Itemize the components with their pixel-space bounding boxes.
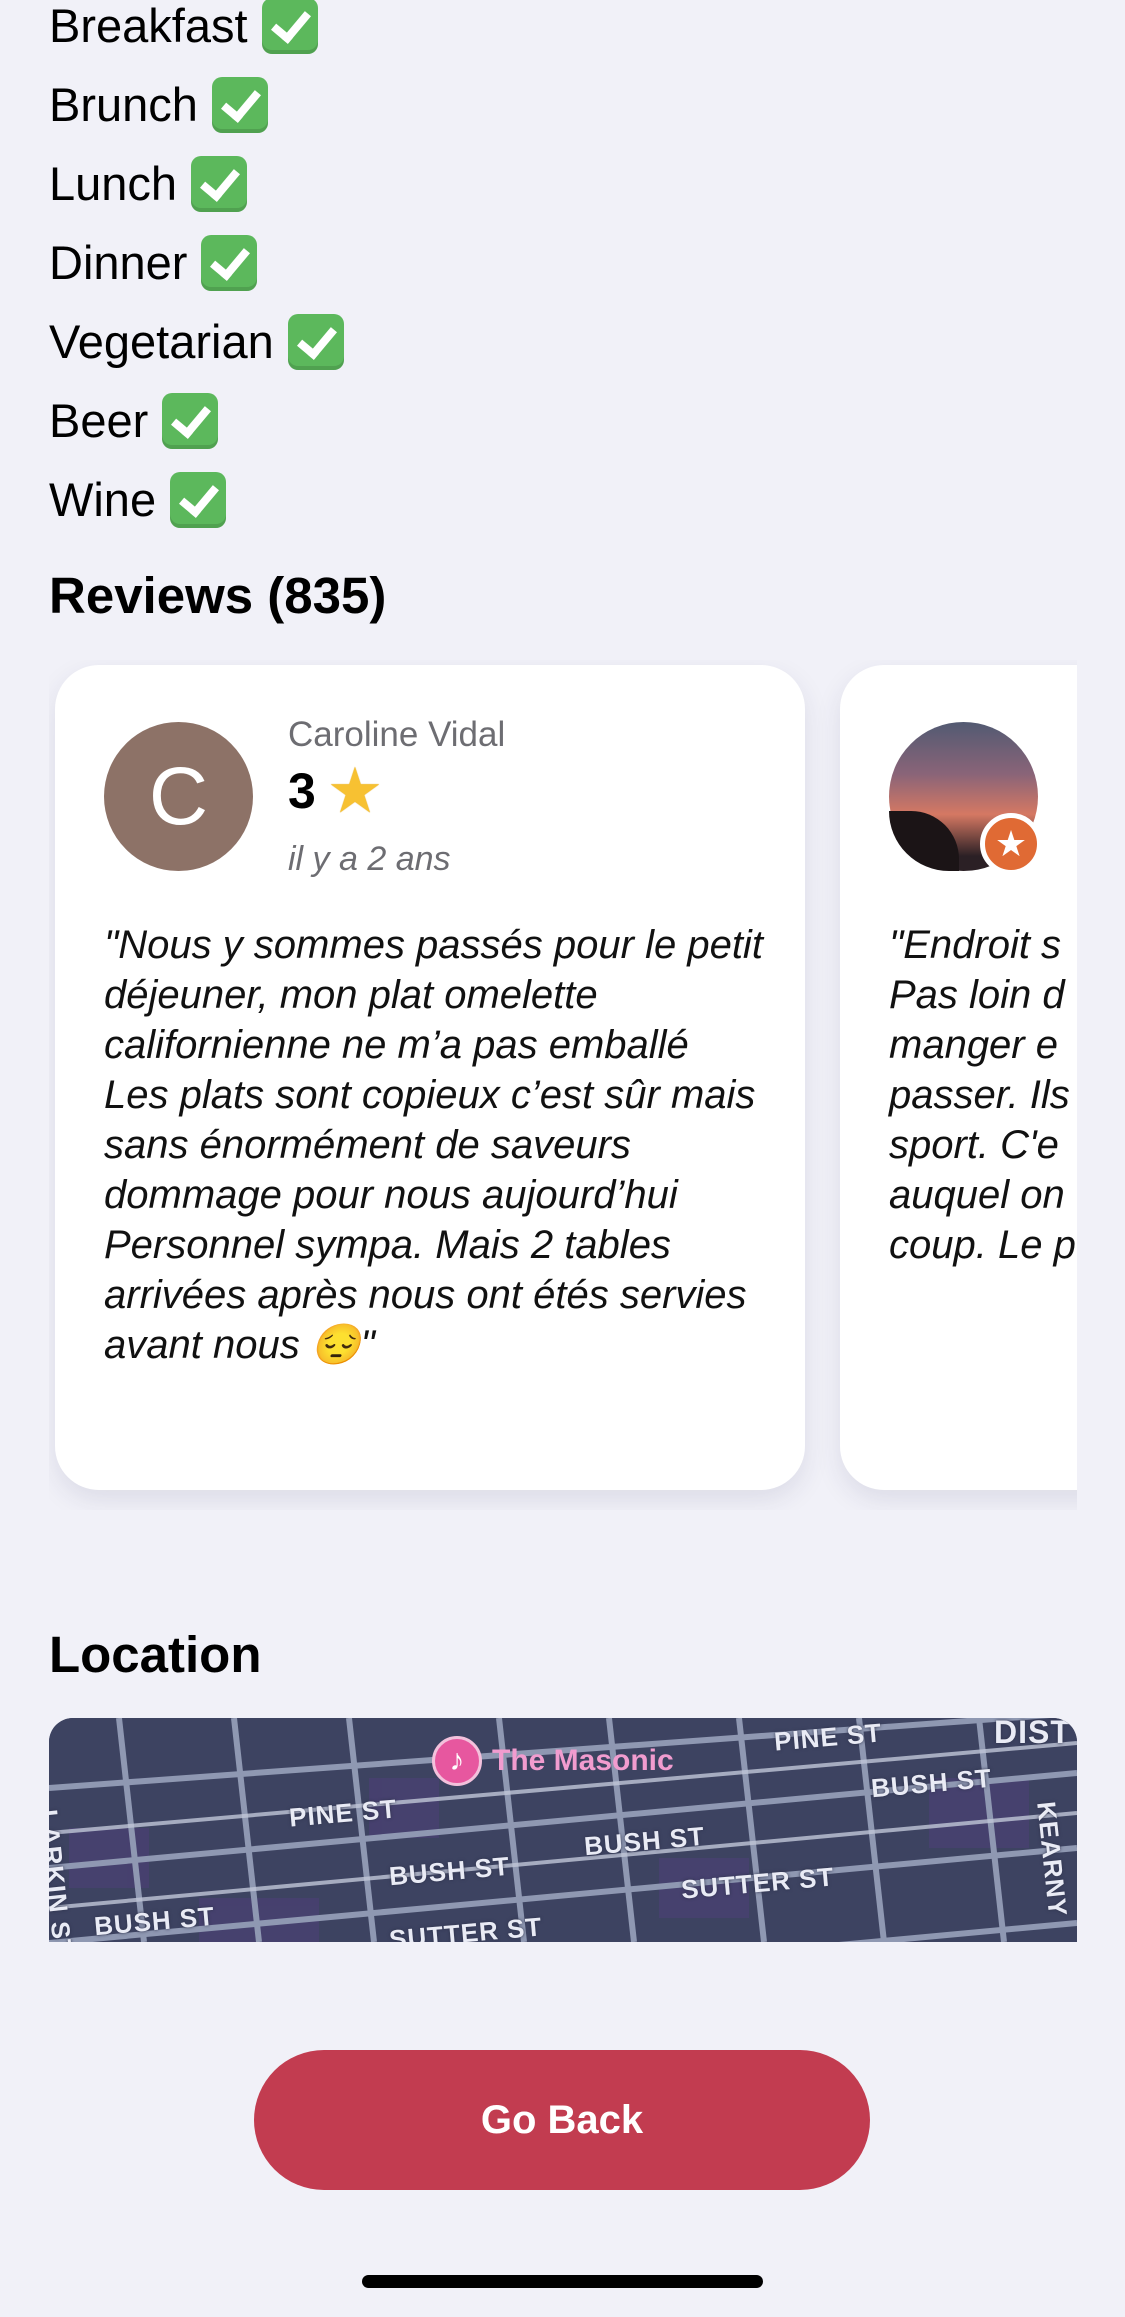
review-text: "Endroit s Pas loin d manger e passer. I…: [889, 923, 1076, 1267]
amenity-item: Beer: [49, 391, 219, 451]
map-poi-label: The Masonic: [492, 1744, 674, 1777]
amenity-item: Wine: [49, 470, 227, 530]
amenity-label: Vegetarian: [49, 315, 274, 368]
music-note-icon: ♪: [432, 1736, 482, 1786]
home-indicator: [362, 2275, 763, 2288]
avatar: ★: [889, 722, 1042, 875]
amenity-label: Dinner: [49, 236, 188, 289]
amenity-item: Brunch: [49, 75, 268, 135]
amenity-item: Lunch: [49, 154, 248, 214]
amenity-item: Breakfast: [49, 0, 318, 56]
review-card[interactable]: C Caroline Vidal 3 ★ il y a 2 ans "Nous …: [55, 665, 805, 1490]
map-district-label: DIST: [994, 1718, 1071, 1750]
amenity-label: Breakfast: [49, 0, 248, 52]
review-author: Caroline Vidal: [288, 715, 506, 754]
review-time: il y a 2 ans: [288, 840, 451, 878]
review-card[interactable]: ★ "Endroit s Pas loin d manger e passer.…: [840, 665, 1077, 1490]
location-heading: Location: [49, 1626, 262, 1683]
amenity-label: Brunch: [49, 78, 198, 131]
amenity-label: Wine: [49, 473, 157, 526]
review-rating-value: 3: [288, 763, 316, 819]
review-rating: 3 ★: [288, 758, 380, 824]
check-mark-icon: [211, 77, 268, 133]
check-mark-icon: [170, 472, 227, 528]
reviews-heading: Reviews (835): [49, 567, 387, 624]
reviews-carousel[interactable]: C Caroline Vidal 3 ★ il y a 2 ans "Nous …: [49, 660, 1077, 1510]
amenity-item: Vegetarian: [49, 312, 344, 372]
location-map[interactable]: LARKIN ST PINE ST BUSH ST BUSH ST BUSH S…: [49, 1718, 1077, 1942]
check-mark-icon: [201, 235, 258, 291]
check-mark-icon: [191, 156, 248, 212]
star-icon: ★: [329, 759, 381, 822]
check-mark-icon: [261, 0, 318, 54]
amenity-item: Dinner: [49, 233, 258, 293]
local-guide-badge-icon: ★: [980, 813, 1042, 875]
avatar: C: [104, 722, 253, 871]
amenity-label: Beer: [49, 394, 149, 447]
go-back-button[interactable]: Go Back: [254, 2050, 870, 2190]
map-poi[interactable]: ♪ The Masonic: [432, 1736, 674, 1786]
amenity-label: Lunch: [49, 157, 178, 210]
check-mark-icon: [287, 314, 344, 370]
review-text: "Nous y sommes passés pour le petit déje…: [104, 923, 763, 1367]
check-mark-icon: [162, 393, 219, 449]
